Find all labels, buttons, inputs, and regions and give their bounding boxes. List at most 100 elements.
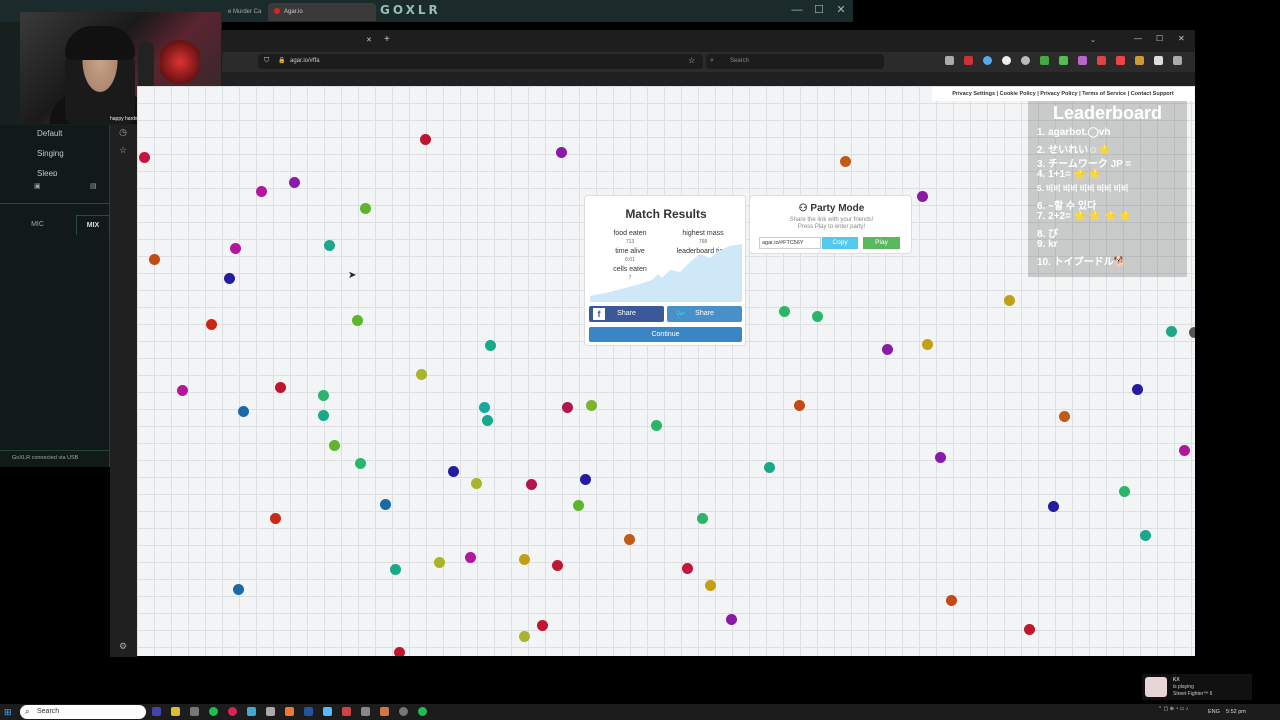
clock[interactable]: 5:52 pm [1226,709,1246,715]
clock-icon[interactable]: ◷ [118,127,128,137]
minimize-icon[interactable]: — [790,3,804,17]
tab-murder[interactable]: e Murder Ca [222,3,266,21]
taskbar-app-icon[interactable] [399,707,408,716]
twitter-share-button[interactable]: 🐦 Share [667,306,742,322]
tab-mic[interactable]: MIC [10,215,65,235]
star-icon[interactable]: ☆ [118,145,128,155]
tab-list-icon[interactable]: ⌄ [1090,36,1096,44]
notification-line1: is playing [1173,684,1194,690]
profile-sleep[interactable]: Sleep [0,164,110,176]
profile-default[interactable]: Default [0,124,110,144]
taskbar-app-icon[interactable] [418,707,427,716]
food-pellet [1132,384,1143,395]
match-results-title: Match Results [625,207,707,221]
lock-icon: 🔒 [278,58,286,64]
folder-icon[interactable] [171,707,180,716]
tab-close-icon[interactable]: ✕ [366,36,372,44]
taskbar-app-icon[interactable] [380,707,389,716]
tab-agar[interactable]: Agar.io [268,3,376,21]
windows-start-icon[interactable]: ⊞ [4,707,14,717]
food-pellet [482,415,493,426]
taskbar-app-icon[interactable] [247,707,256,716]
food-pellet [519,554,530,565]
profile-singing[interactable]: Singing [0,144,110,164]
food-pellet [556,147,567,158]
food-pellet [485,340,496,351]
menu-icon[interactable] [1173,56,1182,65]
extension-icon[interactable] [1040,56,1049,65]
food-pellet [519,631,530,642]
spotify-icon[interactable] [209,707,218,716]
food-pellet [882,344,893,355]
food-pellet [434,557,445,568]
system-tray[interactable]: ⌃ ▢ ⊕ ◔ ▭ ♪ [1158,706,1188,712]
taskbar-app-icon[interactable] [228,707,237,716]
taskbar-search[interactable]: Search [20,705,146,719]
file-icon[interactable]: ▤ [90,182,100,191]
party-mode-panel: ⚇ Party Mode Share the link with your fr… [749,195,912,254]
food-pellet [1179,445,1190,456]
taskbar-app-icon[interactable] [323,707,332,716]
avatar [1145,677,1167,697]
taskbar-app-icon[interactable] [152,707,161,716]
extension-icon[interactable] [1116,56,1125,65]
food-pellet [416,369,427,380]
search-input[interactable]: Search [706,54,884,69]
taskbar-app-icon[interactable] [266,707,275,716]
save-icon[interactable]: ▣ [34,182,44,191]
new-tab-icon[interactable]: + [384,34,390,45]
continue-button[interactable]: Continue [589,327,742,342]
shield-icon[interactable]: ⛉ [264,57,269,65]
maximize-icon[interactable]: ☐ [812,3,826,17]
extension-icon[interactable] [1021,56,1030,65]
browser-minimize-icon[interactable]: — [1134,34,1142,43]
food-pellet [177,385,188,396]
extension-icon[interactable] [1097,56,1106,65]
food-pellet [275,382,286,393]
food-pellet [1189,327,1195,338]
food-pellet [238,406,249,417]
extension-icon[interactable] [1002,56,1011,65]
facebook-share-button[interactable]: f Share [589,306,664,322]
leaderboard-entry: 7. 2+2= ⭐ ⭐ ⭐ ⭐ [1037,211,1132,222]
food-pellet [380,499,391,510]
search-icon: ⌕ [710,57,714,64]
url-bar[interactable]: agar.io/#ffa [258,54,703,69]
browser-maximize-icon[interactable]: ☐ [1156,34,1163,43]
bookmark-star-icon[interactable]: ☆ [688,56,695,65]
party-icon: ⚇ [798,203,811,214]
extension-icon[interactable] [1078,56,1087,65]
leaderboard-title: Leaderboard [1052,103,1163,123]
agar-favicon [274,8,280,15]
food-pellet [812,311,823,322]
gear-icon[interactable]: ⚙ [118,641,128,651]
extension-icon[interactable] [1059,56,1068,65]
library-icon[interactable] [945,56,954,65]
taskbar-app-icon[interactable] [190,707,199,716]
tab-mix[interactable]: MIX [76,215,110,235]
party-link-field[interactable]: agar.io/#FTC56Y [759,237,821,249]
goxlr-left-panel [0,125,110,467]
extension-icon[interactable] [983,56,992,65]
language-indicator[interactable]: ENG [1208,709,1220,715]
taskbar-app-icon[interactable] [361,707,370,716]
taskbar-app-icon[interactable] [342,707,351,716]
firefox-icon[interactable] [285,707,294,716]
food-pellet [1140,530,1151,541]
food-pellet [318,410,329,421]
policy-links[interactable]: Privacy Settings | Cookie Policy | Priva… [932,87,1194,101]
play-button[interactable]: Play [863,237,900,249]
close-icon[interactable]: ✕ [834,3,848,17]
browser-close-icon[interactable]: ✕ [1178,34,1185,43]
extension-icon[interactable] [1154,56,1163,65]
taskbar-app-icon[interactable] [304,707,313,716]
extension-icon[interactable] [964,56,973,65]
food-pellet [355,458,366,469]
extension-icon[interactable] [1135,56,1144,65]
food-pellet [526,479,537,490]
copy-button[interactable]: Copy [822,237,858,249]
food-pellet [224,273,235,284]
food-pellet [420,134,431,145]
steam-notification[interactable]: KX is playing Street Fighter™ 6 [1142,674,1252,700]
food-pellet [448,466,459,477]
